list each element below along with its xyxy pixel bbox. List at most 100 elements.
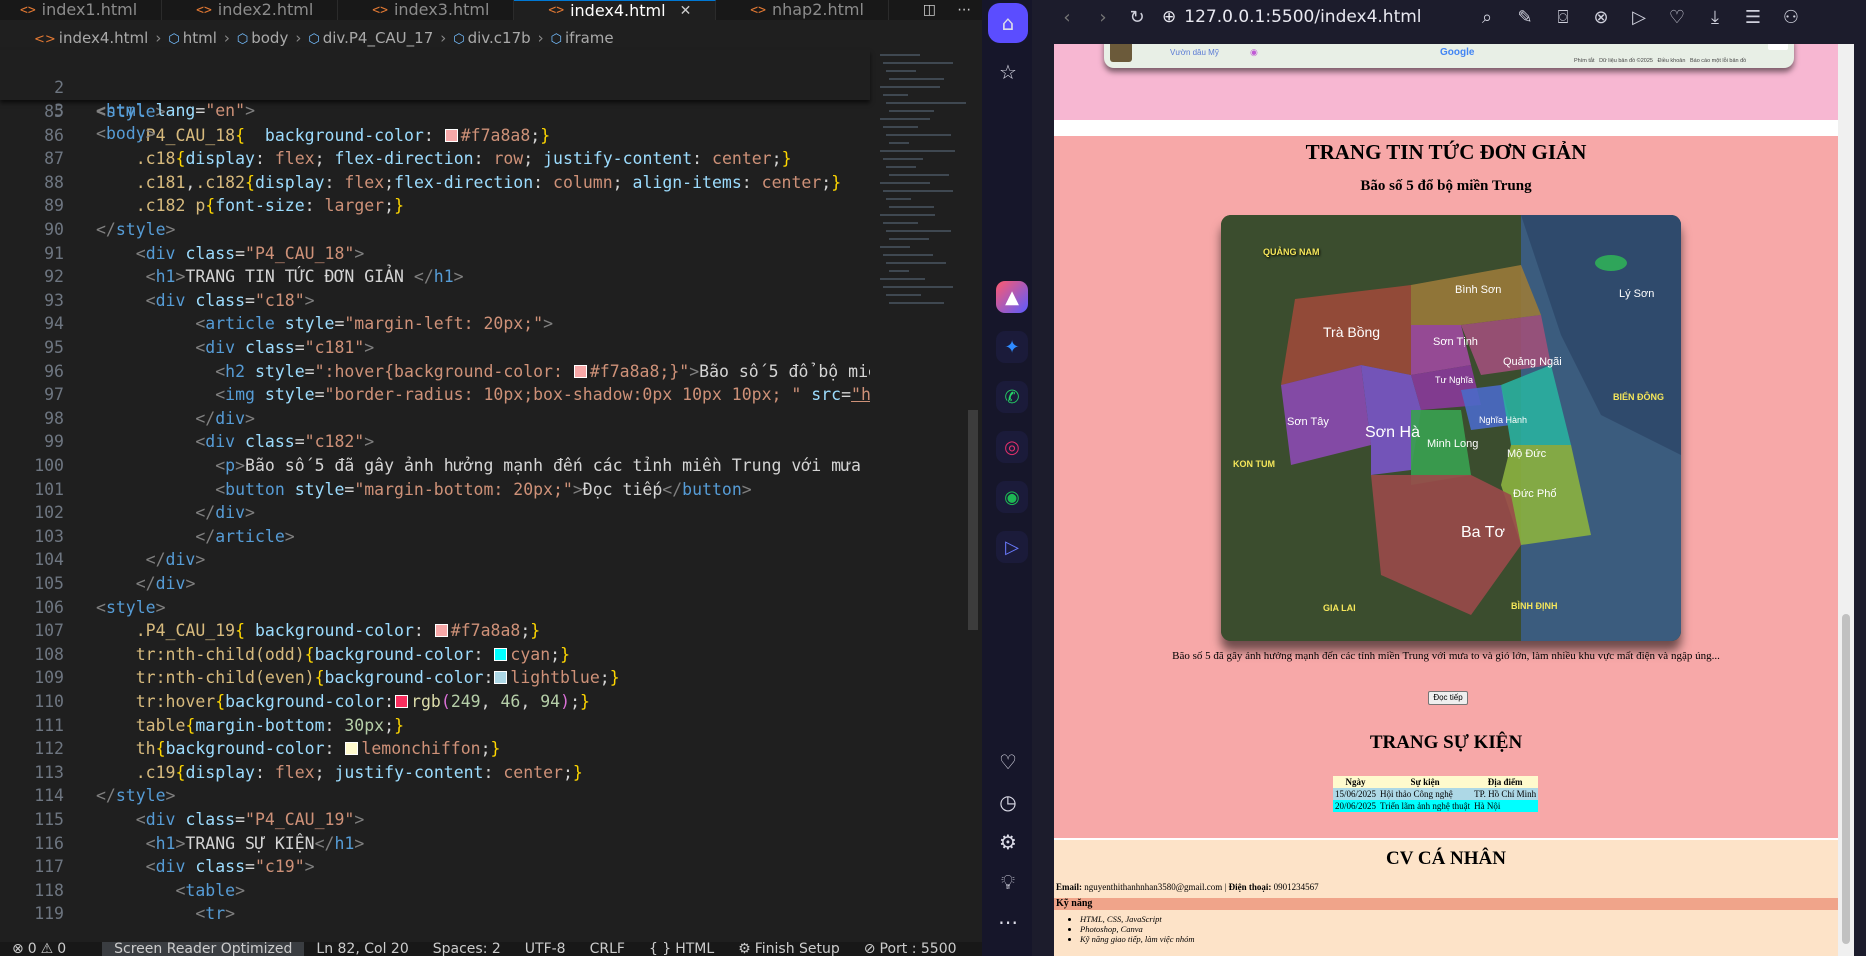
code-line[interactable]: 94 <article style="margin-left: 20px;">	[0, 312, 870, 336]
home-icon[interactable]: ⌂	[988, 3, 1028, 43]
breadcrumb-item[interactable]: ⬡ body	[237, 29, 288, 47]
download-icon[interactable]: ⤓	[1700, 0, 1730, 34]
code-line[interactable]: 87 .c18{display: flex; flex-direction: r…	[0, 147, 870, 171]
back-icon[interactable]: ‹	[1052, 0, 1082, 34]
color-swatch[interactable]	[573, 364, 587, 378]
code-line[interactable]: 116 <h1>TRANG SỰ KIỆN</h1>	[0, 832, 870, 856]
code-line[interactable]: 103 </article>	[0, 525, 870, 549]
forward-icon[interactable]: ›	[1088, 0, 1118, 34]
table-row[interactable]: 20/06/2025 Triển lãm ảnh nghệ thuật Hà N…	[1333, 800, 1539, 812]
screen-reader-status[interactable]: Screen Reader Optimized	[102, 942, 305, 956]
code-line[interactable]: 95 <div class="c181">	[0, 336, 870, 360]
map-place-label[interactable]: Vườn dâu Mỹ	[1170, 48, 1219, 57]
page-scrollbar-thumb[interactable]	[1842, 614, 1850, 944]
url-text[interactable]: 127.0.0.1:5500/index4.html	[1184, 7, 1421, 27]
tips-bulb-icon[interactable]: 💡︎	[988, 862, 1028, 902]
breadcrumb-item[interactable]: ⬡ html	[168, 29, 217, 47]
google-map-embed[interactable]: Vườn dâu Mỹ ◉ Google Phím tắt Dữ liệu bả…	[1104, 44, 1794, 68]
bookmark-star-icon[interactable]: ☆	[988, 52, 1028, 92]
profile-icon[interactable]: ⚇	[1776, 0, 1806, 34]
breadcrumb-item[interactable]: <> index4.html	[34, 29, 148, 47]
code-line[interactable]: 106 <style>	[0, 596, 870, 620]
code-line[interactable]: 90 </style>	[0, 218, 870, 242]
zoom-search-icon[interactable]: ⌕	[1472, 0, 1502, 34]
flow-send-icon[interactable]: ▷	[1624, 0, 1654, 34]
instagram-icon[interactable]: ◎	[996, 431, 1028, 463]
code-line[interactable]: 100 <p>Bão số 5 đã gây ảnh hưởng mạnh đế…	[0, 454, 870, 478]
code-line[interactable]: 96 <h2 style=":hover{background-color: #…	[0, 360, 870, 384]
code-line[interactable]: 97 <img style="border-radius: 10px;box-s…	[0, 383, 870, 407]
live-server-port[interactable]: ⊘ Port : 5500	[852, 942, 969, 956]
color-swatch[interactable]	[494, 671, 508, 685]
site-info-icon[interactable]: ⊕	[1162, 7, 1176, 27]
code-line[interactable]: 108 tr:nth-child(odd){background-color: …	[0, 643, 870, 667]
editor-tab[interactable]: <> index3.html	[338, 0, 515, 20]
more-sidebar-icon[interactable]: ⋯	[988, 902, 1028, 942]
close-tab-icon[interactable]: ✕	[680, 4, 692, 18]
aria-ai-icon[interactable]: ▲	[996, 281, 1028, 313]
code-line[interactable]: 109 tr:nth-child(even){background-color:…	[0, 666, 870, 690]
code-line[interactable]: 119 <tr>	[0, 902, 870, 926]
webpage-viewport[interactable]: Vườn dâu Mỹ ◉ Google Phím tắt Dữ liệu bả…	[1054, 44, 1838, 956]
editor-tab[interactable]: <> index1.html	[0, 0, 163, 20]
cursor-position[interactable]: Ln 82, Col 20	[304, 942, 420, 956]
spotify-icon[interactable]: ◉	[996, 481, 1028, 513]
address-bar[interactable]: ⊕ 127.0.0.1:5500/index4.html	[1162, 3, 1422, 31]
code-line[interactable]: 114 </style>	[0, 784, 870, 808]
code-line[interactable]: 111 table{margin-bottom: 30px;}	[0, 714, 870, 738]
code-line[interactable]: 117 <div class="c19">	[0, 855, 870, 879]
notifications-icon[interactable]: 🔔︎	[969, 942, 982, 956]
code-line[interactable]: 102 </div>	[0, 501, 870, 525]
color-swatch[interactable]	[345, 742, 359, 756]
code-line[interactable]: 110 tr:hover{background-color: rgb(249, 4…	[0, 690, 870, 714]
zoom-out-icon[interactable]: −	[1768, 44, 1788, 50]
pinboard-heart-icon[interactable]: ♡	[988, 742, 1028, 782]
code-line[interactable]: 112 th{background-color: lemonchiffon;}	[0, 737, 870, 761]
color-swatch[interactable]	[395, 695, 409, 708]
page-scrollbar[interactable]	[1838, 44, 1854, 956]
player-icon[interactable]: ▷	[996, 531, 1028, 563]
minimap[interactable]	[872, 50, 968, 942]
code-line[interactable]: 93 <div class="c18">	[0, 289, 870, 313]
code-line[interactable]: 105 </div>	[0, 572, 870, 596]
breadcrumb-item[interactable]: ⬡ div.P4_CAU_17	[308, 29, 433, 47]
code-line[interactable]: 104 </div>	[0, 548, 870, 572]
easy-setup-icon[interactable]: ☰	[1738, 0, 1768, 34]
more-actions-icon[interactable]: ⋯	[957, 2, 971, 18]
camera-icon[interactable]: ⌼	[1548, 0, 1578, 34]
code-line[interactable]: 88 .c181,.c182{display: flex;flex-direct…	[0, 171, 870, 195]
messenger-icon[interactable]: ✦	[996, 331, 1028, 363]
map-thumbnail[interactable]	[1110, 44, 1132, 62]
code-line[interactable]: 99 <div class="c182">	[0, 430, 870, 454]
problems-indicator[interactable]: ⊗ 0 ⚠ 0	[0, 942, 78, 956]
editor-scrollbar[interactable]	[966, 50, 980, 942]
settings-icon[interactable]: ⚙	[988, 822, 1028, 862]
breadcrumb-item[interactable]: ⬡ iframe	[551, 29, 614, 47]
code-line[interactable]: 89 .c182 p{font-size: larger;}	[0, 194, 870, 218]
code-line[interactable]: 98 </div>	[0, 407, 870, 431]
code-line[interactable]: 118 <table>	[0, 879, 870, 903]
reload-icon[interactable]: ↻	[1122, 0, 1152, 34]
code-editor[interactable]: 85 <style> 86 .P4_CAU_18{ background-colo…	[0, 100, 870, 942]
code-line[interactable]: 91 <div class="P4_CAU_18">	[0, 242, 870, 266]
editor-tab[interactable]: <> index4.html ✕	[514, 0, 717, 20]
code-line[interactable]: 115 <div class="P4_CAU_19">	[0, 808, 870, 832]
editor-tab[interactable]: <> nhap2.html	[716, 0, 889, 20]
indentation-status[interactable]: Spaces: 2	[421, 942, 513, 956]
code-line[interactable]: 107 .P4_CAU_19{ background-color: #f7a8a…	[0, 619, 870, 643]
finish-setup[interactable]: ⚙ Finish Setup	[726, 942, 852, 956]
table-row[interactable]: 15/06/2025 Hội thảo Công nghệ TP. Hồ Chí…	[1333, 788, 1539, 800]
editor-tab[interactable]: <> index2.html	[162, 0, 339, 20]
read-more-button[interactable]: Đọc tiếp	[1428, 691, 1468, 705]
split-editor-icon[interactable]: ◫	[923, 2, 936, 18]
breadcrumb-item[interactable]: ⬡ div.c17b	[453, 29, 530, 47]
whatsapp-icon[interactable]: ✆	[996, 381, 1028, 413]
editor-scrollbar-thumb[interactable]	[968, 410, 978, 630]
code-line[interactable]: 101 <button style="margin-bottom: 20px;"…	[0, 478, 870, 502]
eol-status[interactable]: CRLF	[578, 942, 637, 956]
code-line[interactable]: 113 .c19{display: flex; justify-content:…	[0, 761, 870, 785]
color-swatch[interactable]	[494, 647, 508, 661]
favorite-heart-icon[interactable]: ♡	[1662, 0, 1692, 34]
code-line[interactable]: 92 <h1>TRANG TIN TỨC ĐƠN GIẢN </h1>	[0, 265, 870, 289]
color-swatch[interactable]	[434, 624, 448, 638]
